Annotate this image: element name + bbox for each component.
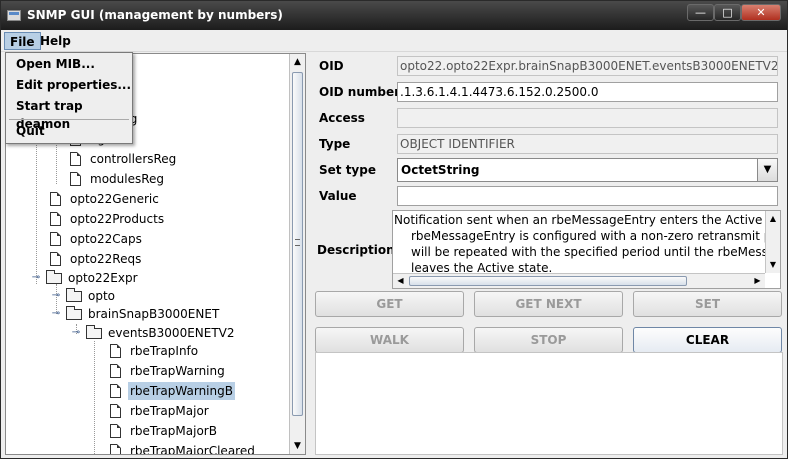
tree-scrollbar[interactable]: ▲ ▼ bbox=[289, 54, 305, 454]
tree-node-label: brainSnapB3000ENET bbox=[88, 307, 220, 321]
value-field[interactable] bbox=[397, 186, 778, 206]
scroll-thumb[interactable] bbox=[409, 276, 687, 286]
expand-handle-icon[interactable]: ⊸ bbox=[70, 327, 82, 339]
document-icon bbox=[110, 384, 121, 398]
tree-node-folder[interactable]: ⊸ brainSnapB3000ENET bbox=[50, 305, 230, 323]
tree-node-label: opto22Expr bbox=[68, 271, 138, 285]
document-icon bbox=[70, 172, 81, 186]
document-icon bbox=[50, 192, 61, 206]
output-area[interactable] bbox=[315, 352, 783, 455]
scroll-down-icon[interactable]: ▼ bbox=[290, 438, 305, 454]
tree-node-folder[interactable]: ⊸ eventsB3000ENETV2 bbox=[70, 324, 250, 342]
value-label: Value bbox=[319, 189, 357, 203]
folder-icon bbox=[66, 306, 82, 320]
description-area[interactable]: Notification sent when an rbeMessageEntr… bbox=[392, 210, 781, 289]
minimize-button[interactable]: — bbox=[687, 4, 714, 21]
tree-node-label: rbeTrapWarning bbox=[130, 364, 225, 378]
document-icon bbox=[110, 404, 121, 418]
scroll-up-icon[interactable]: ▲ bbox=[290, 54, 305, 70]
tree-node-label: opto22Products bbox=[70, 212, 165, 226]
tree-node-label: opto22Caps bbox=[70, 232, 142, 246]
type-label: Type bbox=[319, 137, 351, 151]
tree-connector bbox=[94, 341, 95, 454]
menu-item-start-trap-deamon[interactable]: Start trap deamon bbox=[16, 97, 132, 131]
description-hscrollbar[interactable]: ◀ ▶ bbox=[393, 273, 765, 288]
clear-button[interactable]: CLEAR bbox=[633, 327, 782, 353]
chevron-down-icon[interactable]: ▼ bbox=[757, 159, 777, 181]
document-icon bbox=[110, 444, 121, 454]
description-line: will be repeated with the specified peri… bbox=[411, 245, 781, 259]
tree-node-label: modulesReg bbox=[90, 172, 165, 186]
access-label: Access bbox=[319, 111, 365, 125]
menu-item-edit-properties[interactable]: Edit properties... bbox=[16, 76, 131, 94]
collapse-handle-icon[interactable]: ⊸ bbox=[50, 290, 62, 302]
tree-node-label: rbeTrapMajor bbox=[130, 404, 209, 418]
stop-button[interactable]: STOP bbox=[474, 327, 623, 353]
document-icon bbox=[50, 212, 61, 226]
tree-node-label: controllersReg bbox=[90, 152, 177, 166]
document-icon bbox=[50, 232, 61, 246]
expand-handle-icon[interactable]: ⊸ bbox=[50, 308, 62, 320]
tree-node-label: opto22Generic bbox=[70, 192, 159, 206]
tree-node-label: opto22Reqs bbox=[70, 252, 142, 266]
tree-node-label: rbeTrapMajorB bbox=[130, 424, 217, 438]
close-button[interactable]: ✕ bbox=[741, 4, 781, 21]
scroll-left-icon[interactable]: ◀ bbox=[393, 274, 408, 288]
scroll-thumb[interactable] bbox=[292, 72, 303, 416]
expand-handle-icon[interactable]: ⊸ bbox=[30, 272, 42, 284]
menu-item-open-mib[interactable]: Open MIB... bbox=[16, 55, 95, 73]
walk-button[interactable]: WALK bbox=[315, 327, 464, 353]
oid-field[interactable]: opto22.opto22Expr.brainSnapB3000ENET.eve… bbox=[397, 56, 778, 76]
oid-label: OID bbox=[319, 59, 344, 73]
app-window: SNMP GUI (management by numbers) — □ ✕ F… bbox=[0, 0, 788, 459]
description-vscrollbar[interactable]: ▲ ▼ bbox=[765, 211, 780, 273]
description-label: Description bbox=[317, 243, 395, 257]
description-line: Notification sent when an rbeMessageEntr… bbox=[394, 213, 781, 227]
document-icon bbox=[110, 344, 121, 358]
details-panel: OID opto22.opto22Expr.brainSnapB3000ENET… bbox=[313, 53, 785, 455]
app-icon bbox=[7, 10, 21, 21]
tree-node-label: opto bbox=[88, 289, 116, 303]
oid-number-label: OID number bbox=[319, 85, 401, 99]
tree-node-label: rbeTrapInfo bbox=[130, 344, 199, 358]
document-icon bbox=[110, 364, 121, 378]
scroll-right-icon[interactable]: ▶ bbox=[750, 274, 765, 288]
folder-icon bbox=[66, 288, 82, 302]
type-field[interactable]: OBJECT IDENTIFIER bbox=[397, 134, 778, 154]
tree-node-label: rbeTrapWarningB bbox=[128, 382, 235, 400]
maximize-button[interactable]: □ bbox=[714, 4, 741, 21]
oid-number-field[interactable]: .1.3.6.1.4.1.4473.6.152.0.2500.0 bbox=[397, 82, 778, 102]
menu-help[interactable]: Help bbox=[35, 32, 76, 50]
set-type-value: OctetString bbox=[401, 163, 480, 177]
title-bar[interactable]: SNMP GUI (management by numbers) — □ ✕ bbox=[1, 1, 787, 30]
set-type-label: Set type bbox=[319, 163, 376, 177]
menu-item-quit[interactable]: Quit bbox=[16, 122, 45, 140]
tree-node-label: rbeTrapMajorCleared bbox=[130, 444, 255, 455]
set-type-combo[interactable]: OctetString ▼ bbox=[397, 158, 778, 182]
get-next-button[interactable]: GET NEXT bbox=[474, 291, 623, 317]
menu-bar: File Help bbox=[1, 30, 787, 52]
description-line: rbeMessageEntry is configured with a non… bbox=[411, 229, 781, 243]
file-menu-popup: Open MIB... Edit properties... Start tra… bbox=[5, 52, 133, 144]
menu-separator bbox=[9, 119, 129, 120]
document-icon bbox=[70, 152, 81, 166]
tree-node-folder[interactable]: ⊸ opto bbox=[50, 287, 150, 305]
scroll-up-icon[interactable]: ▲ bbox=[766, 211, 780, 227]
folder-icon bbox=[86, 325, 102, 339]
description-text: Notification sent when an rbeMessageEntr… bbox=[393, 211, 781, 277]
folder-icon bbox=[46, 270, 62, 284]
tree-node-label: eventsB3000ENETV2 bbox=[108, 326, 235, 340]
document-icon bbox=[50, 252, 61, 266]
access-field[interactable] bbox=[397, 108, 778, 128]
document-icon bbox=[110, 424, 121, 438]
set-button[interactable]: SET bbox=[633, 291, 782, 317]
close-icon: ✕ bbox=[756, 6, 766, 19]
tree-node-folder[interactable]: ⊸ opto22Expr bbox=[30, 269, 150, 287]
scroll-down-icon[interactable]: ▼ bbox=[766, 257, 780, 273]
window-title: SNMP GUI (management by numbers) bbox=[27, 8, 283, 22]
maximize-icon: □ bbox=[722, 6, 733, 19]
get-button[interactable]: GET bbox=[315, 291, 464, 317]
minimize-icon: — bbox=[695, 6, 706, 19]
